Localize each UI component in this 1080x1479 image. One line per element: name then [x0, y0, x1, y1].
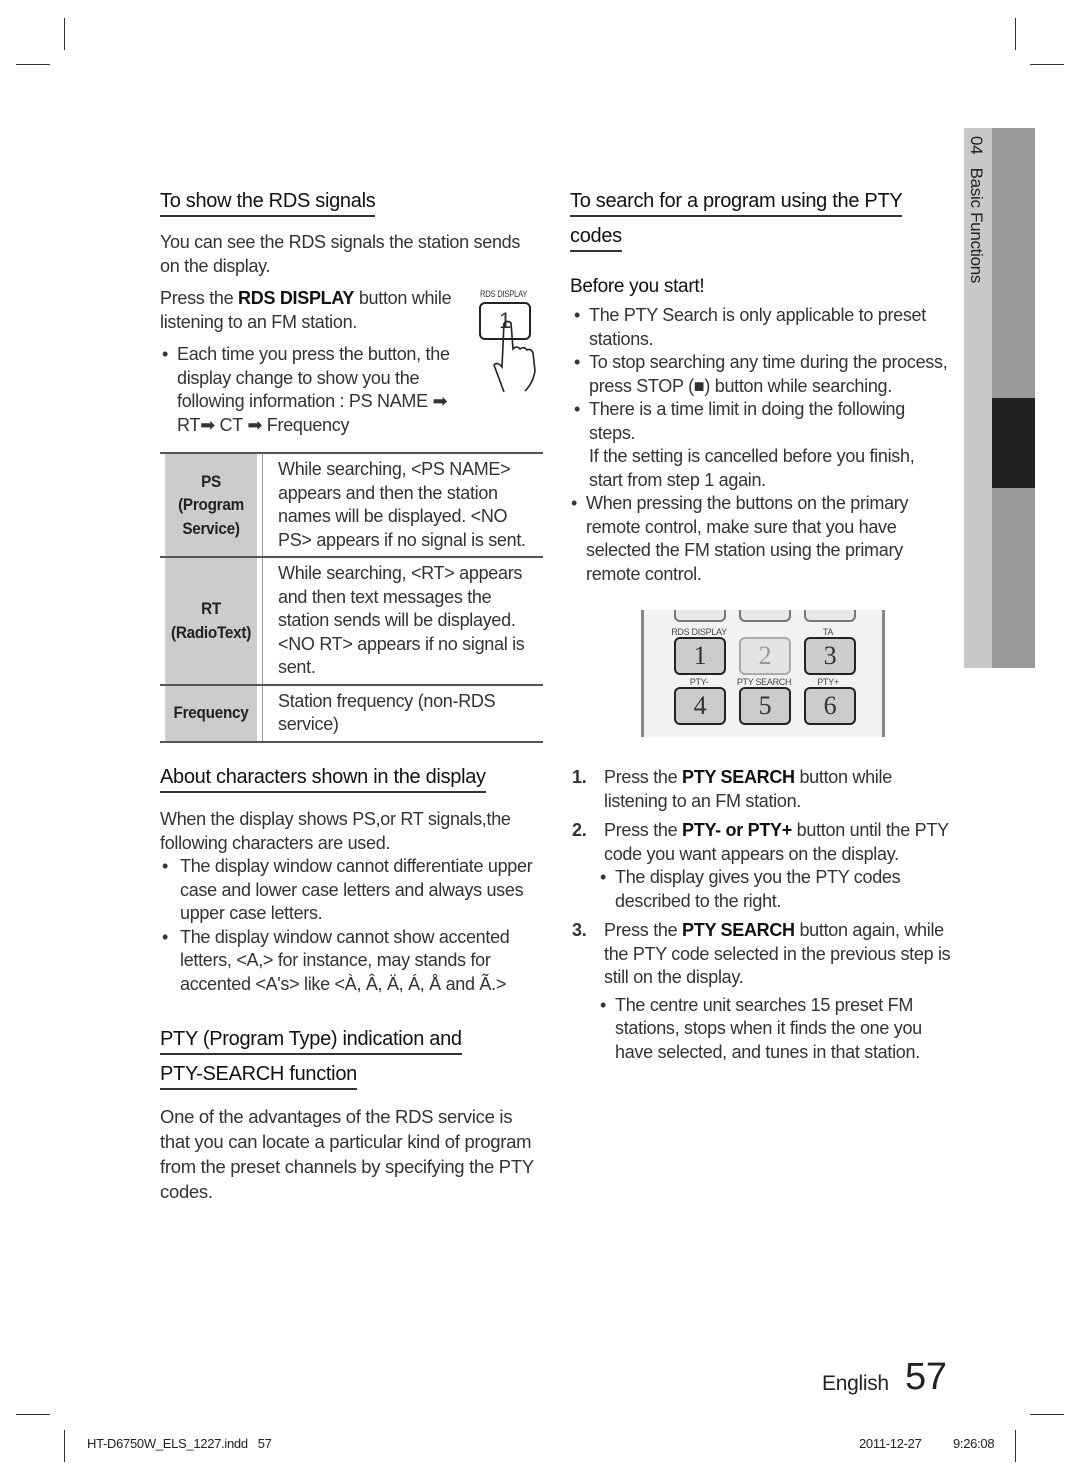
pty-heading: PTY (Program Type) indication and	[160, 1026, 462, 1055]
rds-display-label: RDS DISPLAY	[671, 627, 727, 637]
crop-mark	[64, 1430, 65, 1462]
key-6: 6	[804, 687, 856, 725]
chars-heading: About characters shown in the display	[160, 764, 486, 793]
rds-display-illustration: RDS DISPLAY 1	[470, 289, 550, 394]
list-item: To stop searching any time during the pr…	[572, 351, 960, 398]
rds-intro: You can see the RDS signals the station …	[160, 232, 521, 276]
key-5: 5	[739, 687, 791, 725]
file-name: HT-D6750W_ELS_1227.indd 57	[87, 1436, 272, 1451]
chapter-number: 04	[967, 136, 986, 155]
crop-mark	[64, 18, 65, 50]
list-item: When pressing the buttons on the primary…	[569, 492, 921, 586]
rds-bullet: Each time you press the button, the disp…	[160, 343, 462, 437]
hand-pointer-icon	[493, 320, 536, 393]
chapter-title: Basic Functions	[967, 167, 986, 284]
list-item: There is a time limit in doing the follo…	[572, 398, 929, 492]
ta-label: TA	[822, 627, 834, 637]
side-tab: 04 Basic Functions	[964, 128, 1035, 668]
key-2: 2	[739, 637, 791, 675]
pty-search-heading-2: codes	[570, 223, 622, 252]
crop-mark	[16, 1414, 50, 1415]
step-1: 1. Press the PTY SEARCH button while list…	[572, 767, 892, 811]
list-item: The display window cannot show accented …	[160, 926, 545, 997]
manual-page: 04 Basic Functions To show the RDS signa…	[0, 0, 1080, 1479]
rds-press-text: Press the RDS DISPLAY button while liste…	[160, 288, 452, 332]
step-2-note: The display gives you the PTY codes desc…	[598, 866, 915, 913]
before-you-start: Before you start!	[570, 276, 705, 297]
table-row: PS (Program Service) While searching, <PS…	[160, 452, 543, 558]
crop-mark	[1030, 1414, 1064, 1415]
chapter-marker	[992, 398, 1035, 488]
key-1: 1	[674, 637, 726, 675]
crop-mark	[1030, 64, 1064, 65]
language-label: English	[822, 1372, 889, 1395]
pty-plus-label: PTY+	[817, 677, 839, 687]
step-3: 3. Press the PTY SEARCH button again, whi…	[572, 920, 951, 987]
step-2: 2. Press the PTY- or PTY+ button until th…	[572, 820, 949, 864]
pty-heading-2: PTY-SEARCH function	[160, 1061, 357, 1090]
step-3-note: The centre unit searches 15 preset FM st…	[598, 994, 935, 1065]
rds-table: PS (Program Service) While searching, <PS…	[160, 452, 543, 743]
pty-body: One of the advantages of the RDS service…	[160, 1106, 534, 1202]
print-date: 2011-12-27	[859, 1436, 922, 1451]
pty-search-heading: To search for a program using the PTY	[570, 188, 903, 217]
key-3: 3	[804, 637, 856, 675]
list-item: The display window cannot differentiate …	[160, 855, 545, 926]
list-item: The PTY Search is only applicable to pre…	[572, 304, 949, 351]
rds-heading: To show the RDS signals	[160, 188, 376, 217]
key-4: 4	[674, 687, 726, 725]
crop-mark	[16, 64, 50, 65]
crop-mark	[1015, 18, 1016, 50]
table-row: RT (RadioText) While searching, <RT> appe…	[160, 556, 543, 686]
remote-control-illustration: RDS DISPLAY TA 1 2 3 PTY- PTY SEARCH PTY…	[641, 610, 885, 737]
table-row: Frequency Station frequency (non-RDS serv…	[160, 683, 543, 743]
chars-intro: When the display shows PS,or RT signals,…	[160, 809, 511, 853]
crop-mark	[1015, 1430, 1016, 1462]
print-time: 9:26:08	[953, 1436, 995, 1451]
page-number: 57	[905, 1356, 947, 1398]
